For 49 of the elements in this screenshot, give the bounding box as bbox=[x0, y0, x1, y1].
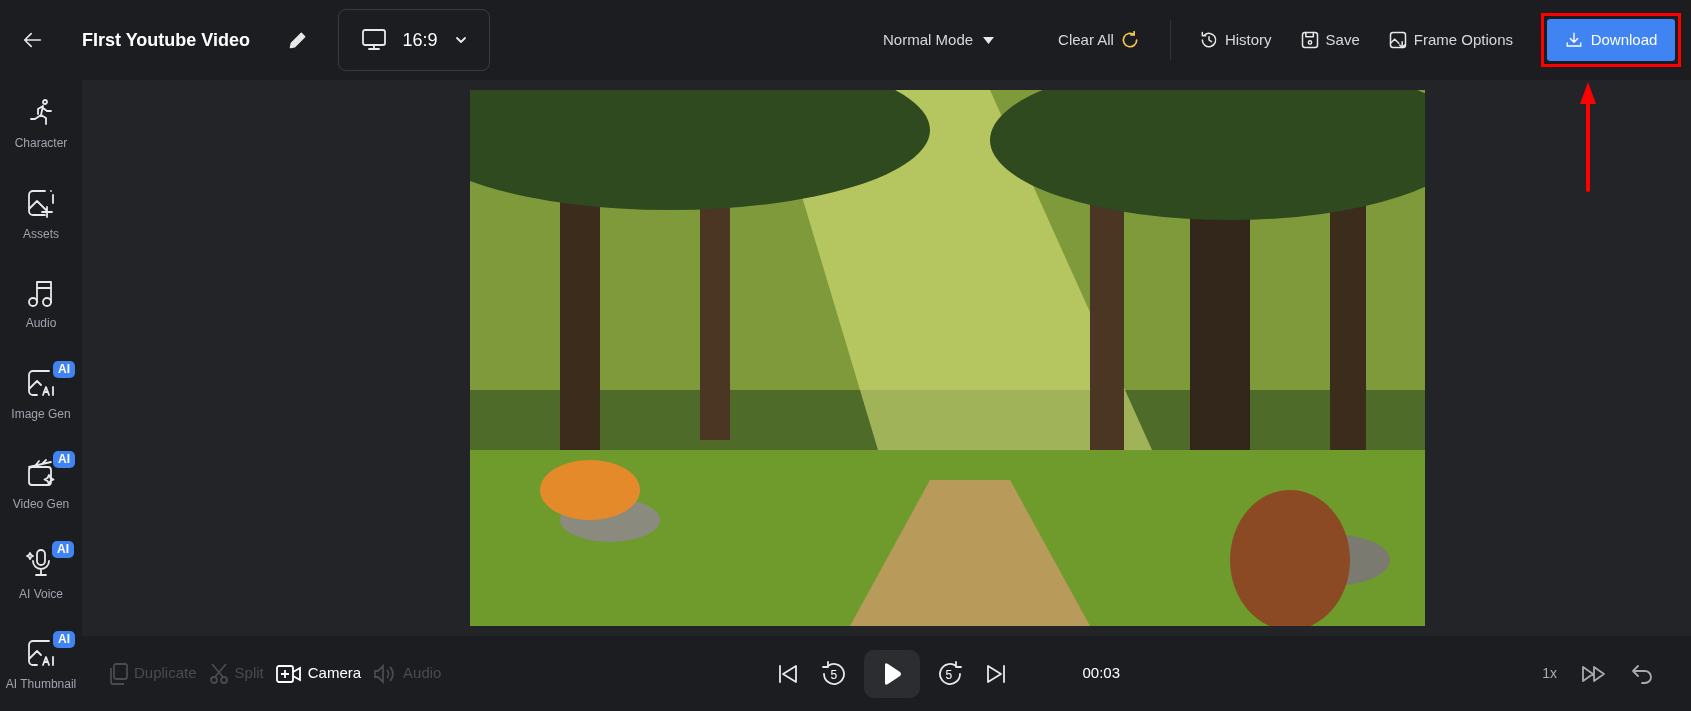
ai-image-icon bbox=[25, 637, 57, 669]
sidebar-label: Assets bbox=[23, 226, 59, 243]
download-icon bbox=[1564, 31, 1583, 49]
ai-badge: AI bbox=[53, 361, 75, 378]
scissors-icon bbox=[208, 662, 229, 685]
mode-dropdown[interactable]: Normal Mode bbox=[875, 22, 1003, 58]
speed-button[interactable]: 1x bbox=[1538, 659, 1561, 688]
ai-image-icon bbox=[25, 367, 57, 399]
skip-seconds: 5 bbox=[830, 667, 838, 682]
sidebar-label: Audio bbox=[25, 315, 57, 332]
sidebar-item[interactable]: AI Video Gen bbox=[0, 440, 82, 530]
running-person-icon bbox=[27, 98, 55, 128]
image-download-icon bbox=[1387, 30, 1408, 50]
ai-badge: AI bbox=[53, 631, 75, 648]
sidebar-label: Video Gen bbox=[12, 496, 70, 513]
sidebar-item[interactable]: AI AI Voice bbox=[0, 530, 82, 620]
skip-seconds: 5 bbox=[945, 667, 953, 682]
music-note-icon bbox=[27, 278, 55, 308]
sidebar-label: AI Thumbnail bbox=[5, 676, 77, 693]
frame-button[interactable]: Frame Options bbox=[1379, 22, 1521, 58]
sidebar-item[interactable]: AI AI Thumbnail bbox=[0, 620, 82, 710]
history-button[interactable]: History bbox=[1190, 22, 1280, 58]
camera-button[interactable]: Camera bbox=[269, 658, 368, 689]
save-button[interactable]: Save bbox=[1291, 22, 1368, 58]
current-time: 00:03 bbox=[1082, 663, 1120, 684]
save-icon bbox=[1299, 30, 1320, 50]
sidebar-label: AI Voice bbox=[19, 586, 63, 603]
sidebar-label: Image Gen bbox=[11, 406, 71, 423]
rewind-button[interactable]: 5 bbox=[820, 659, 849, 688]
ai-badge: AI bbox=[53, 451, 75, 468]
video-camera-icon bbox=[275, 663, 302, 684]
double-arrow-icon bbox=[1581, 664, 1607, 683]
aspect-ratio-dropdown[interactable]: 16:9 bbox=[338, 9, 491, 71]
image-add-icon bbox=[25, 187, 57, 219]
sidebar-item[interactable]: Assets bbox=[0, 170, 82, 260]
caret-icon bbox=[983, 36, 995, 44]
ai-badge: AI bbox=[52, 541, 74, 558]
clapperboard-icon bbox=[25, 457, 57, 489]
undo-icon bbox=[1631, 663, 1653, 684]
sidebar-label: Character bbox=[14, 135, 68, 152]
sidebar-item[interactable]: Audio bbox=[0, 260, 82, 350]
project-title: FIrst Youtube Video bbox=[82, 28, 251, 52]
play-button[interactable] bbox=[864, 649, 921, 698]
clear-all-button[interactable]: Clear All bbox=[1050, 22, 1148, 58]
monitor-icon bbox=[360, 28, 387, 52]
sidebar-item[interactable]: Character bbox=[0, 80, 82, 170]
download-button[interactable]: Download bbox=[1547, 19, 1675, 61]
sidebar-item[interactable]: AI Image Gen bbox=[0, 350, 82, 440]
copy-icon bbox=[108, 662, 128, 685]
